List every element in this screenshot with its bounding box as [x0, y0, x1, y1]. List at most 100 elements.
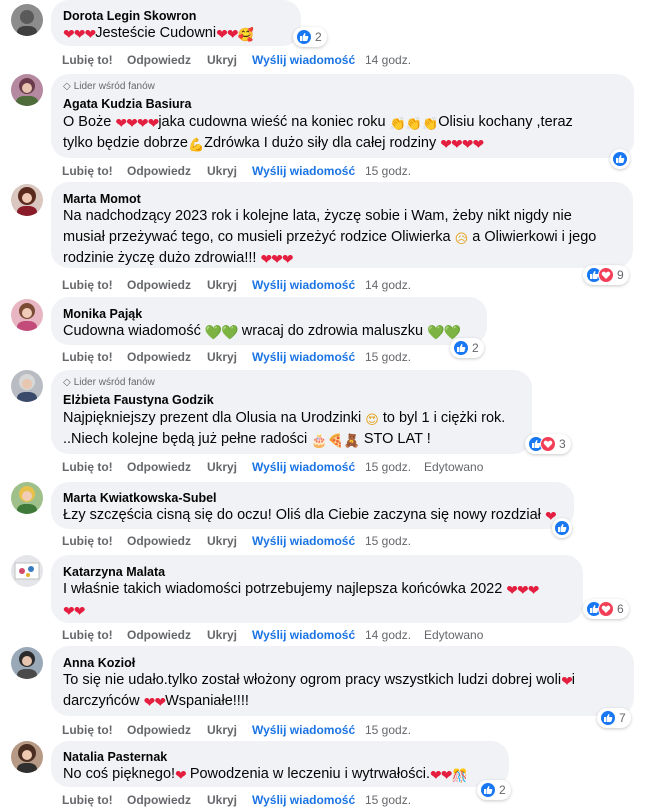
heart-emoji: ❤❤❤	[63, 26, 96, 42]
timestamp[interactable]: 15 godz.	[365, 534, 411, 548]
hide-button[interactable]: Ukryj	[207, 350, 237, 364]
top-fan-badge[interactable]: ◇ Lider wśród fanów	[63, 81, 155, 92]
diamond-icon: ◇	[63, 81, 71, 92]
comment-bubble: Katarzyna Malata I właśnie takich wiadom…	[51, 555, 583, 623]
comment-text: I właśnie takich wiadomości potrzebujemy…	[63, 581, 503, 597]
flexed-biceps-emoji: 🎊	[451, 768, 468, 783]
hide-button[interactable]: Ukryj	[207, 278, 237, 292]
send-message-button[interactable]: Wyślij wiadomość	[252, 350, 355, 364]
send-message-button[interactable]: Wyślij wiadomość	[252, 723, 355, 737]
reply-button[interactable]: Odpowiedz	[127, 723, 191, 737]
reaction-summary[interactable]	[552, 518, 572, 538]
reply-button[interactable]: Odpowiedz	[127, 628, 191, 642]
heart-emoji: ❤❤	[63, 603, 85, 619]
timestamp[interactable]: 15 godz.	[365, 164, 411, 178]
reaction-count: 7	[619, 711, 626, 725]
send-message-button[interactable]: Wyślij wiadomość	[252, 534, 355, 548]
avatar[interactable]	[11, 4, 43, 36]
author-name[interactable]: Marta Momot	[63, 192, 141, 206]
top-fan-badge[interactable]: ◇ Lider wśród fanów	[63, 377, 155, 388]
like-button[interactable]: Lubię to!	[62, 534, 113, 548]
heart-emoji: ❤❤❤❤	[115, 115, 159, 131]
timestamp[interactable]: 14 godz.	[365, 278, 411, 292]
like-button[interactable]: Lubię to!	[62, 164, 113, 178]
avatar[interactable]	[11, 370, 43, 402]
send-message-button[interactable]: Wyślij wiadomość	[252, 628, 355, 642]
timestamp[interactable]: 15 godz.	[365, 723, 411, 737]
avatar[interactable]	[11, 647, 43, 679]
reaction-count: 6	[617, 602, 624, 616]
clap-emoji: 👏👏👏	[389, 116, 439, 131]
hide-button[interactable]: Ukryj	[207, 628, 237, 642]
avatar[interactable]	[11, 74, 43, 106]
author-name[interactable]: Elżbieta Faustyna Godzik	[63, 393, 214, 407]
hide-button[interactable]: Ukryj	[207, 164, 237, 178]
like-button[interactable]: Lubię to!	[62, 350, 113, 364]
hide-button[interactable]: Ukryj	[207, 460, 237, 474]
reaction-count: 2	[472, 341, 479, 355]
heart-emoji: ❤❤	[216, 26, 238, 42]
timestamp[interactable]: 14 godz.	[365, 53, 411, 67]
reaction-summary[interactable]: 7	[597, 708, 631, 728]
comment-text: wracaj do zdrowia maluszku	[241, 323, 424, 339]
like-button[interactable]: Lubię to!	[62, 723, 113, 737]
reaction-summary[interactable]: 2	[293, 27, 327, 47]
avatar[interactable]	[11, 482, 43, 514]
avatar[interactable]	[11, 741, 43, 773]
reaction-summary[interactable]: 2	[477, 780, 511, 800]
timestamp[interactable]: 15 godz.	[365, 460, 411, 474]
like-button[interactable]: Lubię to!	[62, 278, 113, 292]
like-icon	[453, 340, 469, 356]
comment-text: jaka cudowna wieść na koniec roku	[158, 114, 386, 130]
like-button[interactable]: Lubię to!	[62, 628, 113, 642]
hide-button[interactable]: Ukryj	[207, 723, 237, 737]
reply-button[interactable]: Odpowiedz	[127, 534, 191, 548]
timestamp[interactable]: 15 godz.	[365, 350, 411, 364]
comment-text: O Boże	[63, 114, 112, 130]
reaction-summary[interactable]: 9	[583, 265, 629, 285]
send-message-button[interactable]: Wyślij wiadomość	[252, 164, 355, 178]
avatar[interactable]	[11, 555, 43, 587]
author-name[interactable]: Monika Pająk	[63, 307, 142, 321]
comment-bubble: Monika Pająk Cudowna wiadomość 💚💚 wracaj…	[51, 297, 487, 345]
hide-button[interactable]: Ukryj	[207, 534, 237, 548]
author-name[interactable]: Anna Kozioł	[63, 656, 135, 670]
edited-label[interactable]: Edytowano	[424, 628, 483, 642]
heart-emoji: ❤❤	[143, 694, 166, 710]
reply-button[interactable]: Odpowiedz	[127, 460, 191, 474]
reaction-count: 3	[559, 437, 566, 451]
reply-button[interactable]: Odpowiedz	[127, 164, 191, 178]
send-message-button[interactable]: Wyślij wiadomość	[252, 53, 355, 67]
avatar[interactable]	[11, 184, 43, 216]
reply-button[interactable]: Odpowiedz	[127, 53, 191, 67]
timestamp[interactable]: 14 godz.	[365, 628, 411, 642]
hide-button[interactable]: Ukryj	[207, 53, 237, 67]
love-icon	[598, 267, 614, 283]
comment-text: to byl 1 i ciężki rok.	[382, 410, 506, 426]
comment-bubble: Natalia Pasternak No coś pięknego!❤ Powo…	[51, 741, 509, 787]
send-message-button[interactable]: Wyślij wiadomość	[252, 460, 355, 474]
love-icon	[540, 436, 556, 452]
author-name[interactable]: Katarzyna Malata	[63, 565, 165, 579]
reaction-summary[interactable]: 3	[525, 434, 571, 454]
green-heart-emoji: 💚💚	[427, 324, 461, 340]
send-message-button[interactable]: Wyślij wiadomość	[252, 278, 355, 292]
author-name[interactable]: Agata Kudzia Basiura	[63, 97, 192, 111]
author-name[interactable]: Dorota Legin Skowron	[63, 9, 196, 23]
reaction-summary[interactable]	[610, 149, 630, 169]
like-button[interactable]: Lubię to!	[62, 53, 113, 67]
reply-button[interactable]: Odpowiedz	[127, 278, 191, 292]
reply-button[interactable]: Odpowiedz	[127, 350, 191, 364]
comment-text: tylko będzie dobrze	[63, 135, 188, 151]
like-button[interactable]: Lubię to!	[62, 460, 113, 474]
author-name[interactable]: Natalia Pasternak	[63, 750, 167, 764]
reaction-summary[interactable]: 6	[583, 599, 629, 619]
comment-text: Na nadchodzący 2023 rok i kolejne lata, …	[63, 208, 572, 224]
heart-emoji: ❤❤	[429, 767, 452, 783]
avatar[interactable]	[11, 299, 43, 331]
edited-label[interactable]: Edytowano	[424, 460, 483, 474]
author-name[interactable]: Marta Kwiatkowska-Subel	[63, 491, 217, 505]
comment-text: rodzinie życzę dużo zdrowia!!!	[63, 250, 257, 266]
reaction-summary[interactable]: 2	[450, 338, 484, 358]
comment-text: STO LAT !	[363, 431, 431, 447]
